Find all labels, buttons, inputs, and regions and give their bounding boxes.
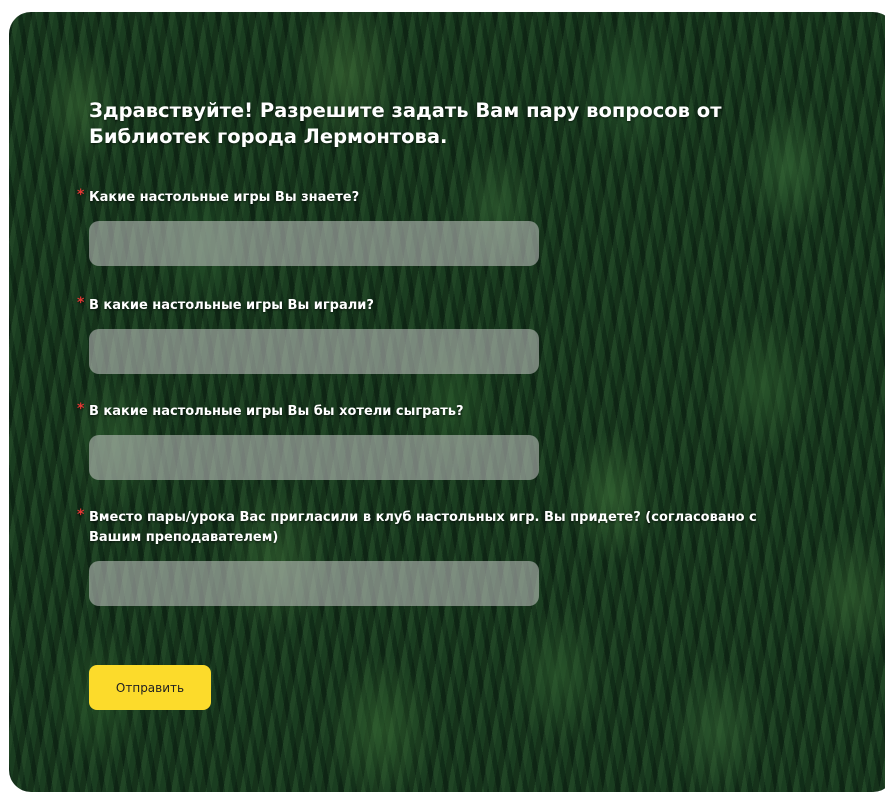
submit-button[interactable]: Отправить	[89, 665, 211, 710]
question-2-input[interactable]	[89, 329, 539, 374]
question-4-label: Вместо пары/урока Вас пригласили в клуб …	[89, 510, 757, 545]
form-title: Здравствуйте! Разрешите задать Вам пару …	[89, 99, 722, 148]
question-1-input[interactable]	[89, 221, 539, 266]
required-mark: *	[77, 187, 85, 203]
question-2: * В какие настольные игры Вы играли?	[77, 295, 769, 374]
question-3-input[interactable]	[89, 435, 539, 480]
required-mark: *	[77, 295, 85, 311]
question-1-label: Какие настольные игры Вы знаете?	[89, 190, 360, 205]
question-3: * В какие настольные игры Вы бы хотели с…	[77, 401, 769, 480]
question-1: * Какие настольные игры Вы знаете?	[77, 187, 769, 266]
survey-form: Здравствуйте! Разрешите задать Вам пару …	[77, 98, 769, 606]
required-mark: *	[77, 507, 85, 523]
required-mark: *	[77, 401, 85, 417]
question-3-label: В какие настольные игры Вы бы хотели сыг…	[89, 404, 464, 419]
question-4-input[interactable]	[89, 561, 539, 606]
question-4: * Вместо пары/урока Вас пригласили в клу…	[77, 507, 769, 606]
question-2-label: В какие настольные игры Вы играли?	[89, 298, 374, 313]
form-card: Здравствуйте! Разрешите задать Вам пару …	[9, 12, 885, 792]
